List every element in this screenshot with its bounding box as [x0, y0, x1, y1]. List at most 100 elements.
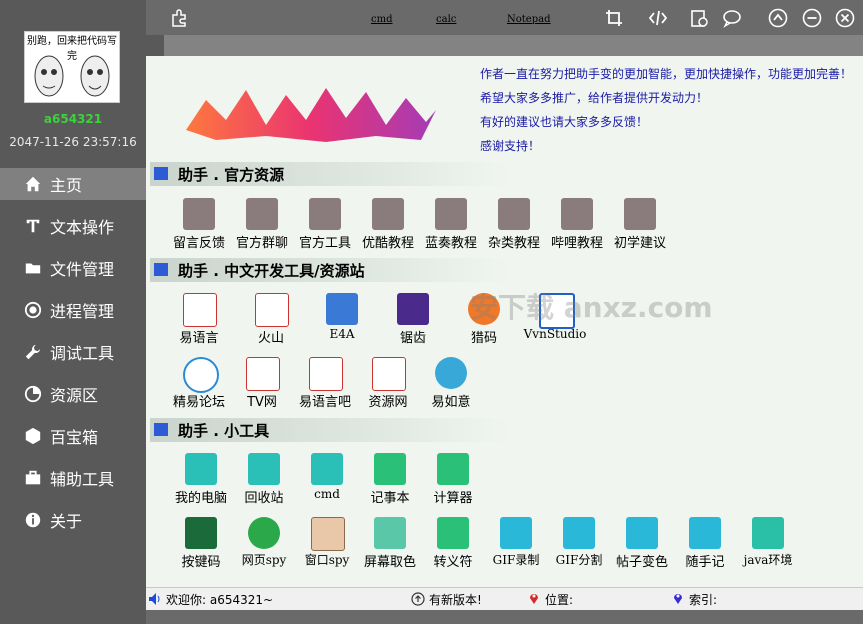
banner-line: 作者一直在努力把助手变的更加智能，更加快捷操作，功能更加完善！: [480, 67, 853, 81]
cube-icon: [309, 198, 341, 230]
tool-label: VvnStudio: [523, 327, 587, 341]
edit-icon: [689, 517, 721, 549]
tool-huoshan[interactable]: 火山: [238, 293, 304, 346]
book-icon: [435, 198, 467, 230]
index-pin-icon: [674, 594, 682, 604]
section-marker-icon: [154, 263, 168, 276]
section-title: 助手 . 小工具: [178, 422, 270, 440]
tool-eruyi[interactable]: 易如意: [418, 357, 484, 410]
sidebar-item-label: 资源区: [50, 386, 99, 405]
section-title: 助手 . 官方资源: [178, 166, 285, 184]
index-label: 索引:: [689, 593, 718, 607]
jingyi-icon: [183, 357, 219, 393]
terminal-icon: [311, 453, 343, 485]
e4a-icon: [326, 293, 358, 325]
sidebar-item-toolbox[interactable]: 百宝箱: [0, 420, 146, 452]
monitor-icon: [185, 453, 217, 485]
sidebar-item-debug[interactable]: 调试工具: [0, 336, 146, 368]
section-marker-icon: [154, 167, 168, 180]
window-icon: [311, 517, 345, 551]
eyuyan-icon: [372, 357, 406, 391]
juchi-icon: [397, 293, 429, 325]
pie-icon: [24, 385, 42, 403]
book-icon: [561, 198, 593, 230]
sidebar-item-about[interactable]: 关于: [0, 504, 146, 536]
clipboard-timer-icon[interactable]: [689, 8, 709, 28]
gif-icon: [500, 517, 532, 549]
section-dev-tools: 助手 . 中文开发工具/资源站: [150, 258, 510, 282]
eyuyan-icon: [246, 357, 280, 391]
watermark: 安下载 anxz.com: [470, 291, 713, 324]
eruyi-icon: [435, 357, 467, 389]
tool-calculator[interactable]: 计算器: [420, 453, 486, 506]
banner-line: 感谢支持！: [480, 139, 541, 153]
section-small-tools: 助手 . 小工具: [150, 418, 510, 442]
briefcase-icon: [25, 470, 41, 485]
tool-label: 易如意: [431, 395, 471, 410]
puzzle-icon[interactable]: [170, 8, 190, 28]
position-label: 位置:: [545, 593, 574, 607]
banner-line: 有好的建议也请大家多多反馈！: [480, 115, 649, 129]
hexagon-icon: [25, 427, 41, 445]
tool-e4a[interactable]: E4A: [309, 293, 375, 345]
sidebar-item-files[interactable]: 文件管理: [0, 252, 146, 284]
sidebar-item-text[interactable]: 文本操作: [0, 210, 146, 242]
sidebar-item-label: 文件管理: [50, 260, 115, 279]
home-icon: [25, 176, 41, 192]
sidebar-item-label: 进程管理: [50, 302, 115, 321]
tool-java-env[interactable]: java环境: [735, 517, 801, 569]
username: a654321: [43, 112, 103, 126]
exclamation-icon: [624, 198, 656, 230]
speaker-icon: [149, 593, 160, 605]
cmd-link[interactable]: cmd: [371, 14, 392, 25]
tool-label: 计算器: [433, 491, 473, 506]
section-marker-icon: [154, 423, 168, 436]
wrench-icon: [25, 344, 41, 360]
recycle-icon: [248, 453, 280, 485]
sidebar-item-process[interactable]: 进程管理: [0, 294, 146, 326]
banner-image: [186, 88, 436, 142]
sidebar-item-label: 主页: [50, 176, 83, 195]
status-bar: 欢迎你: a654321~ 有新版本! 位置: 索引:: [146, 587, 863, 610]
sidebar-item-home[interactable]: 主页: [0, 168, 146, 200]
tool-beginner-advice[interactable]: 初学建议: [607, 198, 673, 251]
update-text[interactable]: 有新版本!: [429, 591, 482, 608]
minimize-icon[interactable]: [802, 8, 822, 28]
tool-eyuyan[interactable]: 易语言: [166, 293, 232, 346]
java-icon: [752, 517, 784, 549]
sub-bar: [146, 35, 863, 56]
tool-label: 初学建议: [613, 236, 666, 251]
eyuyan-icon: [309, 357, 343, 391]
book-icon: [372, 198, 404, 230]
chat-icon[interactable]: [722, 8, 742, 28]
code-icon[interactable]: [648, 8, 668, 28]
update-icon[interactable]: [411, 592, 425, 606]
tool-label: java环境: [743, 553, 793, 567]
info-icon: [25, 512, 41, 528]
sidebar-item-label: 关于: [50, 512, 83, 531]
sidebar-item-label: 调试工具: [50, 344, 115, 363]
crop-icon[interactable]: [604, 8, 624, 28]
text-icon: [26, 219, 40, 233]
sidebar-item-aux-tools[interactable]: 辅助工具: [0, 462, 146, 494]
notepad-link[interactable]: Notepad: [507, 14, 550, 25]
location-pin-icon: [530, 594, 538, 604]
tool-juchi[interactable]: 锯齿: [380, 293, 446, 346]
folder-icon: [25, 263, 41, 274]
close-icon[interactable]: [835, 8, 855, 28]
calc-link[interactable]: calc: [436, 14, 456, 25]
collapse-icon[interactable]: [768, 8, 788, 28]
escape-icon: [437, 517, 469, 549]
meme-face-icon: [34, 55, 110, 97]
avatar[interactable]: 别跑，回来把代码写完: [24, 31, 120, 103]
eyuyan-icon: [183, 293, 217, 327]
gif-icon: [563, 517, 595, 549]
keycode-icon: [185, 517, 217, 549]
chat-bubble-icon: [183, 198, 215, 230]
notepad-icon: [374, 453, 406, 485]
pencil-icon: [626, 517, 658, 549]
volcano-icon: [255, 293, 289, 327]
datetime: 2047-11-26 23:57:16: [9, 135, 137, 149]
sidebar-item-resources[interactable]: 资源区: [0, 378, 146, 410]
welcome-text: 欢迎你: a654321~: [166, 593, 274, 607]
